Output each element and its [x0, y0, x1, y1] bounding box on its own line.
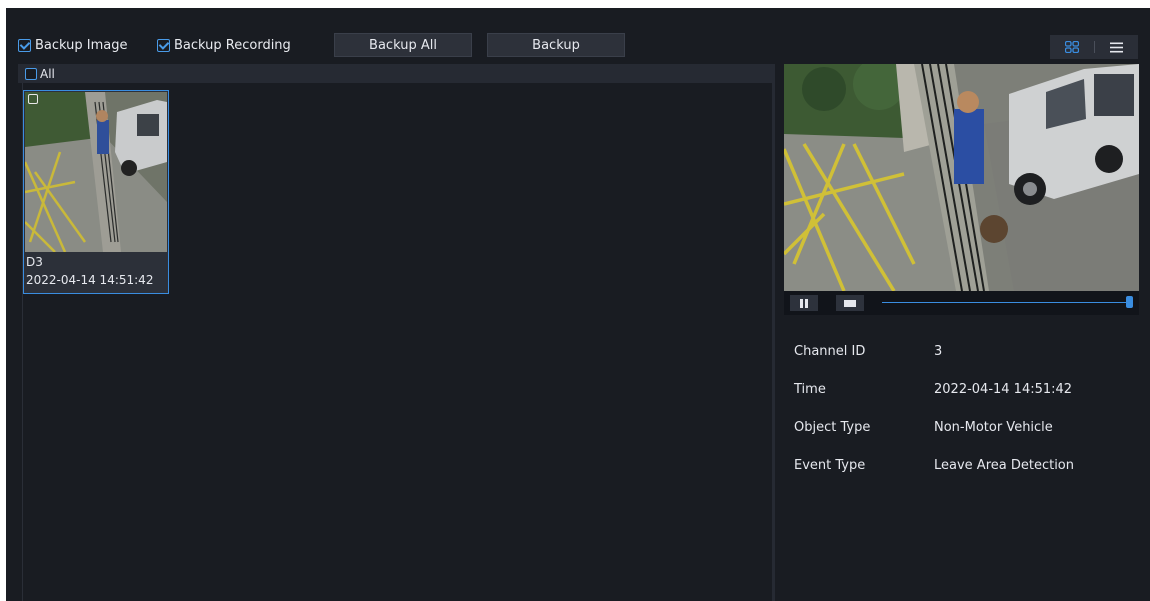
- app-window: Backup Image Backup Recording Backup All…: [6, 8, 1150, 601]
- object-type-value: Non-Motor Vehicle: [934, 420, 1053, 435]
- stop-button[interactable]: [836, 295, 864, 311]
- item-time: 2022-04-14 14:51:42: [26, 273, 154, 287]
- list-view-button[interactable]: [1094, 35, 1138, 59]
- thumbnail-image: [25, 92, 167, 252]
- toolbar: Backup Image Backup Recording Backup All…: [6, 8, 1150, 62]
- view-toggle: [1050, 35, 1138, 59]
- backup-image-label: Backup Image: [35, 37, 128, 53]
- backup-recording-checkbox[interactable]: Backup Recording: [157, 36, 291, 54]
- select-all-label: All: [40, 66, 55, 81]
- preview-image: [784, 64, 1139, 291]
- pause-button[interactable]: [790, 295, 818, 311]
- time-label: Time: [794, 382, 826, 397]
- list-header: All: [18, 64, 775, 83]
- backup-button[interactable]: Backup: [487, 33, 625, 57]
- item-channel: D3: [26, 255, 43, 269]
- grid-view-icon: [1064, 41, 1079, 53]
- select-all-checkbox[interactable]: [25, 67, 37, 80]
- channel-id-value: 3: [934, 344, 943, 359]
- backup-image-checkbox[interactable]: Backup Image: [18, 36, 128, 54]
- grid-view-button[interactable]: [1050, 35, 1094, 59]
- checkbox-checked-icon[interactable]: [157, 38, 170, 52]
- time-value: 2022-04-14 14:51:42: [934, 382, 1073, 397]
- list-item[interactable]: D3 2022-04-14 14:51:42: [23, 90, 169, 294]
- backup-all-button[interactable]: Backup All: [334, 33, 472, 57]
- pause-icon: [800, 298, 808, 308]
- progress-handle[interactable]: [1126, 296, 1133, 308]
- result-list: All D3 2022-04-14 14:51:42: [18, 64, 775, 601]
- backup-recording-label: Backup Recording: [174, 37, 291, 53]
- progress-track[interactable]: [882, 302, 1127, 303]
- channel-id-label: Channel ID: [794, 344, 866, 359]
- list-view-icon: [1109, 42, 1123, 52]
- item-checkbox[interactable]: [28, 94, 38, 104]
- checkbox-checked-icon[interactable]: [18, 38, 31, 52]
- list-scrollbar[interactable]: [772, 83, 775, 601]
- event-type-label: Event Type: [794, 458, 866, 473]
- player-controls: [784, 291, 1139, 315]
- stop-icon: [844, 299, 856, 307]
- event-type-value: Leave Area Detection: [934, 458, 1075, 473]
- object-type-label: Object Type: [794, 420, 871, 435]
